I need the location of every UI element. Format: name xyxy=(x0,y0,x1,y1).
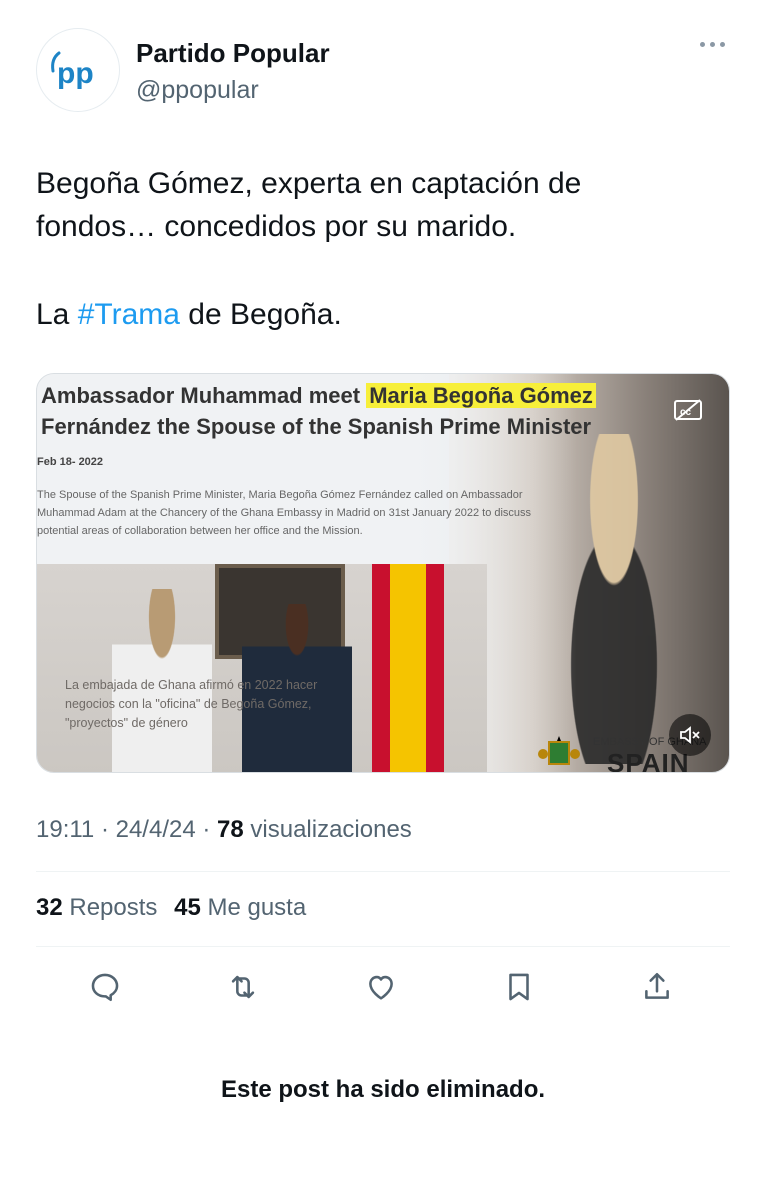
action-bar xyxy=(36,964,730,1010)
embedded-photo xyxy=(37,564,487,772)
tweet-time[interactable]: 19:11 xyxy=(36,816,94,843)
tweet-header: pp Partido Popular @ppopular xyxy=(36,28,730,112)
separator: · xyxy=(195,816,218,843)
author-handle[interactable]: @ppopular xyxy=(136,76,259,105)
author-name[interactable]: Partido Popular xyxy=(136,38,330,69)
deleted-notice: Este post ha sido eliminado. xyxy=(220,1076,546,1103)
likes-stat[interactable]: 45 Me gusta xyxy=(174,894,306,921)
like-icon[interactable] xyxy=(358,964,404,1010)
divider xyxy=(36,871,730,872)
tweet-date[interactable]: 24/4/24 xyxy=(116,816,196,843)
ghana-coat-of-arms-icon xyxy=(538,736,580,765)
reply-icon[interactable] xyxy=(82,964,128,1010)
tweet-line-3-prefix: La xyxy=(36,298,78,331)
overlay-caption: La embajada de Ghana afirmó en 2022 hace… xyxy=(65,678,318,730)
reposts-label: Reposts xyxy=(62,894,158,921)
reposts-stat[interactable]: 32 Reposts xyxy=(36,894,157,921)
volume-muted-icon[interactable] xyxy=(669,714,711,756)
avatar-text: pp xyxy=(57,57,94,90)
more-options-icon[interactable] xyxy=(700,42,728,52)
hashtag-link[interactable]: #Trama xyxy=(78,298,180,331)
likes-label: Me gusta xyxy=(200,894,307,921)
spanish-flag xyxy=(372,564,444,772)
views-count: 78 xyxy=(217,816,244,843)
article-date: Feb 18- 2022 xyxy=(37,456,104,468)
likes-count: 45 xyxy=(174,894,201,921)
closed-captions-icon[interactable]: cc xyxy=(673,398,703,422)
bookmark-icon[interactable] xyxy=(496,964,542,1010)
tweet-line-1: Begoña Gómez, experta en captación de xyxy=(36,167,582,200)
tweet-line-2: fondos… concedidos por su marido. xyxy=(36,210,517,243)
tweet-meta: 19:11 · 24/4/24 · 78 visualizaciones xyxy=(36,816,412,844)
share-icon[interactable] xyxy=(634,964,680,1010)
avatar[interactable]: pp xyxy=(36,28,120,112)
divider xyxy=(36,946,730,947)
pp-logo-icon: pp xyxy=(51,51,94,90)
separator: · xyxy=(94,816,116,843)
reposts-count: 32 xyxy=(36,894,63,921)
headline-line2: Fernández the Spouse of the Spanish Prim… xyxy=(41,414,592,439)
views-label: visualizaciones xyxy=(243,816,412,843)
article-body: The Spouse of the Spanish Prime Minister… xyxy=(37,489,532,537)
tweet-text: Begoña Gómez, experta en captación de fo… xyxy=(36,162,730,336)
tweet-line-3: La #Trama de Begoña. xyxy=(36,293,730,336)
headline-part1: Ambassador Muhammad meet xyxy=(41,383,367,408)
tweet-line-3-suffix: de Begoña. xyxy=(179,298,342,331)
headline-highlight: Maria Begoña Gómez xyxy=(366,383,596,408)
tweet-stats: 32 Reposts 45 Me gusta xyxy=(36,894,306,922)
video-player[interactable]: Ambassador Muhammad meet Maria Begoña Gó… xyxy=(36,373,730,773)
repost-icon[interactable] xyxy=(220,964,266,1010)
video-headline: Ambassador Muhammad meet Maria Begoña Gó… xyxy=(41,380,596,442)
